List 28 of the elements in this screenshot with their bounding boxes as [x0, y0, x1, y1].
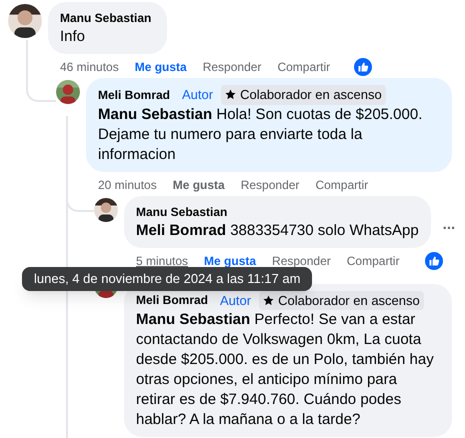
comment-text: Info: [60, 27, 86, 47]
like-button[interactable]: Me gusta: [204, 252, 256, 270]
comment-text: Manu Sebastian Hola! Son cuotas de $205.000. Dejame tu numero para enviarte toda la informacion: [98, 104, 424, 164]
reply-button[interactable]: Responder: [272, 252, 331, 270]
author-label: Autor: [181, 86, 214, 104]
star-icon: [225, 89, 236, 100]
star-icon: [263, 294, 274, 306]
author-name[interactable]: Meli Bomrad: [136, 291, 212, 310]
like-button[interactable]: Me gusta: [172, 176, 225, 194]
date-tooltip: lunes, 4 de noviembre de 2024 a las 11:17 am: [22, 267, 312, 291]
reply-button[interactable]: Responder: [240, 176, 300, 194]
badge-label: Colaborador en ascenso: [240, 86, 382, 104]
like-button[interactable]: Me gusta: [134, 58, 187, 76]
comment-text: Meli Bomrad 3883354730 solo WhatsApp: [136, 220, 419, 240]
share-button[interactable]: Compartir: [346, 252, 400, 270]
comment-text: Manu Sebastian Perfecto! Se van a estar contactando de Volkswagen 0km, La cuota desde $205.000. es de un Polo, también hay otras opciones, el anticipo mínimo para retirar es de $7.940.760. Cuándo podes hablar? A la mañana o a la tarde?: [136, 310, 435, 430]
author-name[interactable]: Meli Bomrad: [98, 86, 174, 104]
author-label: Autor: [219, 292, 252, 310]
author-name[interactable]: Manu Sebastian: [60, 9, 156, 27]
more-button[interactable]: ...: [442, 206, 456, 237]
reply-button[interactable]: Responder: [202, 58, 262, 76]
author-name[interactable]: Manu Sebastian: [136, 202, 232, 220]
timestamp-link[interactable]: 46 minutos: [60, 58, 119, 76]
badge-label: Colaborador en ascenso: [278, 292, 420, 310]
share-button[interactable]: Compartir: [315, 176, 368, 194]
timestamp-link[interactable]: 20 minutos: [98, 176, 157, 194]
timestamp-link[interactable]: 5 minutos: [136, 252, 188, 270]
share-button[interactable]: Compartir: [277, 58, 330, 76]
